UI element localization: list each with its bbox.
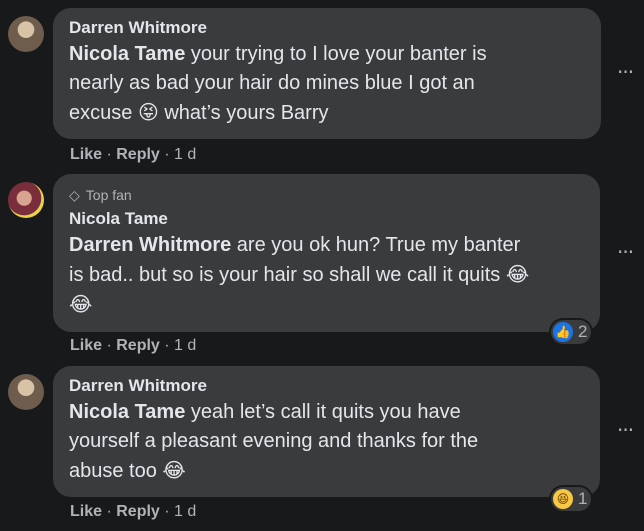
like-button[interactable]: Like	[70, 146, 102, 163]
mention-link[interactable]: Darren Whitmore	[69, 234, 231, 256]
haha-reaction-icon: 😆	[553, 489, 573, 509]
comment-bubble: Darren Whitmore Nicola Tame your trying …	[53, 8, 601, 139]
reaction-count: 2	[578, 322, 588, 341]
reply-button[interactable]: Reply	[116, 337, 160, 354]
timestamp[interactable]: 1 d	[174, 337, 196, 354]
mention-link[interactable]: Nicola Tame	[69, 43, 185, 65]
comment-bubble: ◇ Top fan Nicola Tame Darren Whitmore are…	[53, 174, 600, 332]
top-fan-badge: ◇ Top fan	[69, 187, 132, 204]
tears-of-joy-emoji: 😂	[505, 262, 530, 286]
more-options-icon[interactable]: ···	[617, 240, 634, 264]
more-options-icon[interactable]: ···	[617, 60, 634, 84]
reply-button[interactable]: Reply	[116, 503, 160, 520]
comment-text: Darren Whitmore are you ok hun? True my …	[69, 231, 584, 320]
like-button[interactable]: Like	[70, 503, 102, 520]
comment-author[interactable]: Darren Whitmore	[69, 376, 584, 396]
reaction-summary[interactable]: 😆 1	[551, 487, 592, 511]
avatar[interactable]	[8, 182, 44, 218]
like-reaction-icon: 👍	[553, 322, 573, 342]
timestamp[interactable]: 1 d	[174, 503, 196, 520]
tears-of-joy-emoji: 😂	[69, 292, 93, 316]
diamond-icon: ◇	[69, 188, 80, 204]
comment-actions: Like · Reply · 1 d	[70, 337, 197, 354]
avatar[interactable]	[8, 374, 44, 410]
comment-bubble: Darren Whitmore Nicola Tame yeah let’s c…	[53, 366, 600, 497]
avatar[interactable]	[8, 16, 44, 52]
comment-actions: Like · Reply · 1 d	[70, 146, 197, 163]
comment-author[interactable]: Nicola Tame	[69, 209, 584, 229]
comment-author[interactable]: Darren Whitmore	[69, 18, 585, 38]
squinting-tongue-emoji: 😝	[137, 100, 159, 124]
timestamp[interactable]: 1 d	[174, 146, 196, 163]
reaction-summary[interactable]: 👍 2	[551, 320, 592, 344]
comment-actions: Like · Reply · 1 d	[70, 503, 197, 520]
mention-link[interactable]: Nicola Tame	[69, 401, 185, 423]
tears-of-joy-emoji: 😂	[162, 458, 186, 482]
comment-text: Nicola Tame yeah let’s call it quits you…	[69, 398, 584, 486]
more-options-icon[interactable]: ···	[617, 418, 634, 442]
like-button[interactable]: Like	[70, 337, 102, 354]
reply-button[interactable]: Reply	[116, 146, 160, 163]
reaction-count: 1	[578, 489, 588, 508]
comment-text: Nicola Tame your trying to I love your b…	[69, 40, 585, 128]
